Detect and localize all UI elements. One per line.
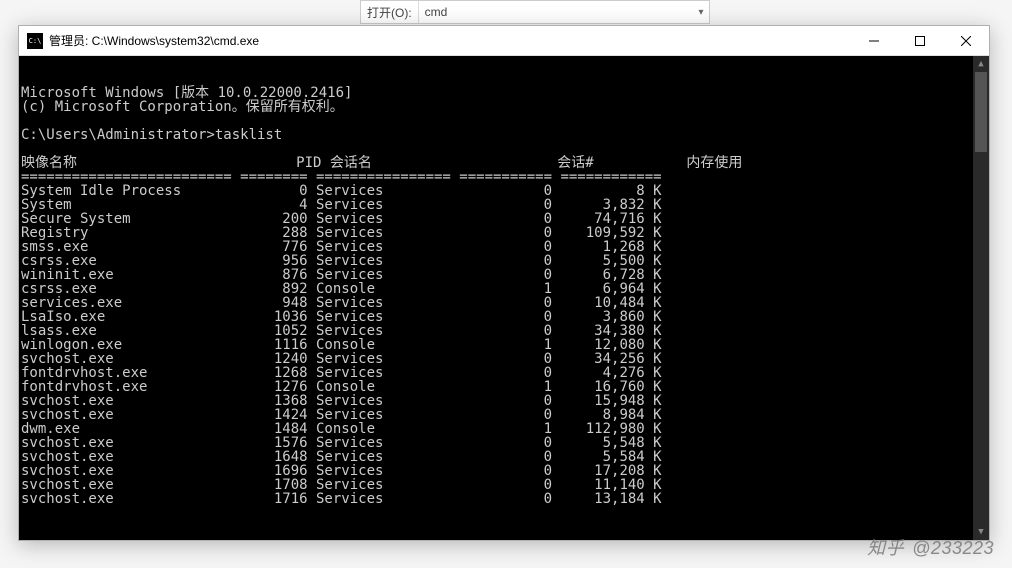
terminal-line: svchost.exe 1368 Services 0 15,948 K (21, 394, 989, 408)
watermark-user: @233223 (912, 538, 994, 558)
window-title: 管理员: C:\Windows\system32\cmd.exe (49, 32, 851, 49)
scroll-up-icon[interactable]: ▲ (973, 56, 989, 72)
minimize-button[interactable] (851, 26, 897, 56)
chevron-down-icon[interactable]: ▾ (693, 7, 709, 18)
terminal-line: services.exe 948 Services 0 10,484 K (21, 296, 989, 310)
terminal-line (21, 142, 989, 156)
run-open-label: 打开(O): (361, 4, 418, 21)
run-open-value[interactable]: cmd (418, 1, 693, 23)
terminal-line: Secure System 200 Services 0 74,716 K (21, 212, 989, 226)
terminal-line: wininit.exe 876 Services 0 6,728 K (21, 268, 989, 282)
terminal-line: LsaIso.exe 1036 Services 0 3,860 K (21, 310, 989, 324)
terminal-line: Registry 288 Services 0 109,592 K (21, 226, 989, 240)
titlebar[interactable]: 管理员: C:\Windows\system32\cmd.exe (19, 26, 989, 56)
terminal-line: svchost.exe 1240 Services 0 34,256 K (21, 352, 989, 366)
terminal-line: csrss.exe 892 Console 1 6,964 K (21, 282, 989, 296)
terminal-line: fontdrvhost.exe 1276 Console 1 16,760 K (21, 380, 989, 394)
terminal-line: System 4 Services 0 3,832 K (21, 198, 989, 212)
terminal-line: lsass.exe 1052 Services 0 34,380 K (21, 324, 989, 338)
terminal-line: Microsoft Windows [版本 10.0.22000.2416] (21, 86, 989, 100)
terminal-line: System Idle Process 0 Services 0 8 K (21, 184, 989, 198)
watermark: 知乎 @233223 (867, 534, 994, 560)
terminal-line: dwm.exe 1484 Console 1 112,980 K (21, 422, 989, 436)
run-dialog-fragment: 打开(O): cmd ▾ (360, 0, 710, 24)
terminal-line: svchost.exe 1576 Services 0 5,548 K (21, 436, 989, 450)
terminal-line: C:\Users\Administrator>tasklist (21, 128, 989, 142)
scroll-thumb[interactable] (975, 72, 987, 152)
terminal-line: svchost.exe 1696 Services 0 17,208 K (21, 464, 989, 478)
cmd-window: 管理员: C:\Windows\system32\cmd.exe Microso… (18, 25, 990, 541)
terminal-line: svchost.exe 1708 Services 0 11,140 K (21, 478, 989, 492)
terminal-line: csrss.exe 956 Services 0 5,500 K (21, 254, 989, 268)
terminal-line (21, 114, 989, 128)
maximize-button[interactable] (897, 26, 943, 56)
terminal-output[interactable]: Microsoft Windows [版本 10.0.22000.2416](c… (19, 56, 989, 540)
terminal-line: 映像名称 PID 会话名 会话# 内存使用 (21, 156, 989, 170)
terminal-line: svchost.exe 1648 Services 0 5,584 K (21, 450, 989, 464)
terminal-line: svchost.exe 1424 Services 0 8,984 K (21, 408, 989, 422)
terminal-line: smss.exe 776 Services 0 1,268 K (21, 240, 989, 254)
terminal-line: (c) Microsoft Corporation。保留所有权利。 (21, 100, 989, 114)
watermark-site: 知乎 (867, 538, 904, 558)
terminal-line: winlogon.exe 1116 Console 1 12,080 K (21, 338, 989, 352)
terminal-line: svchost.exe 1716 Services 0 13,184 K (21, 492, 989, 506)
terminal-line: fontdrvhost.exe 1268 Services 0 4,276 K (21, 366, 989, 380)
terminal-line: ========================= ======== =====… (21, 170, 989, 184)
cmd-icon (27, 33, 43, 49)
close-button[interactable] (943, 26, 989, 56)
scrollbar[interactable]: ▲ ▼ (973, 56, 989, 540)
